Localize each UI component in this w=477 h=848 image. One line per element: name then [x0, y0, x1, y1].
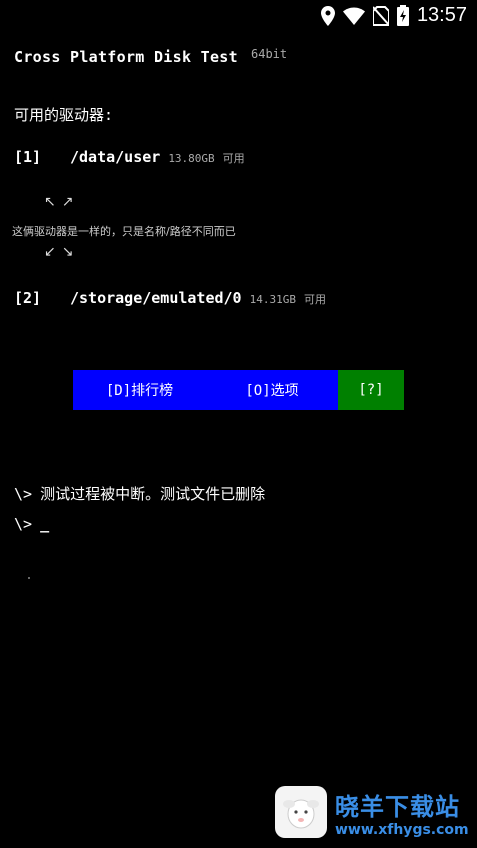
drive-path: /storage/emulated/0	[70, 289, 242, 307]
status-icons: 13:57	[320, 4, 467, 27]
watermark-url: www.xfhygs.com	[335, 821, 469, 838]
watermark-name: 晓羊下载站	[335, 792, 460, 821]
status-bar: 13:57	[0, 0, 477, 32]
drive-path: /data/user	[70, 148, 161, 166]
help-button[interactable]: [?]	[338, 370, 404, 410]
no-sim-icon	[372, 5, 389, 26]
options-button[interactable]: [O]选项	[206, 370, 338, 410]
arrows-down-icon: ↙↘	[44, 244, 80, 260]
drives-label: 可用的驱动器:	[14, 106, 114, 124]
same-drive-note: 这俩驱动器是一样的，只是名称/路径不同而已	[12, 225, 236, 238]
console-message: 测试过程被中断。测试文件已删除	[40, 485, 266, 503]
drive-available-label: 可用	[222, 152, 245, 165]
arrows-up-icon: ↖↗	[44, 194, 80, 210]
drive-index: [2]	[14, 289, 42, 307]
console-input-line[interactable]: \> _	[14, 515, 49, 533]
console-message-line: \> 测试过程被中断。测试文件已删除	[14, 483, 265, 504]
console-cursor: _	[40, 515, 50, 533]
drive-index: [1]	[14, 148, 42, 166]
battery-charging-icon	[396, 5, 409, 26]
drive-size: 14.31GB	[249, 293, 296, 306]
drive-size: 13.80GB	[168, 152, 215, 165]
console-prompt: \>	[14, 485, 33, 503]
drive-item-1[interactable]: [1] /data/user 13.80GB 可用	[14, 148, 245, 166]
drive-available-label: 可用	[303, 293, 326, 306]
drive-item-2[interactable]: [2] /storage/emulated/0 14.31GB 可用	[14, 289, 326, 307]
app-title: Cross Platform Disk Test	[14, 48, 238, 66]
ranking-button[interactable]: [D]排行榜	[73, 370, 206, 410]
watermark: 晓羊下载站 www.xfhygs.com	[275, 786, 469, 838]
stray-dot	[28, 577, 30, 579]
wifi-icon	[342, 7, 365, 25]
clock: 13:57	[416, 4, 467, 26]
location-icon	[320, 5, 335, 26]
console-prompt: \>	[14, 515, 33, 533]
arch-label: 64bit	[251, 47, 288, 61]
sheep-logo-icon	[275, 786, 327, 838]
